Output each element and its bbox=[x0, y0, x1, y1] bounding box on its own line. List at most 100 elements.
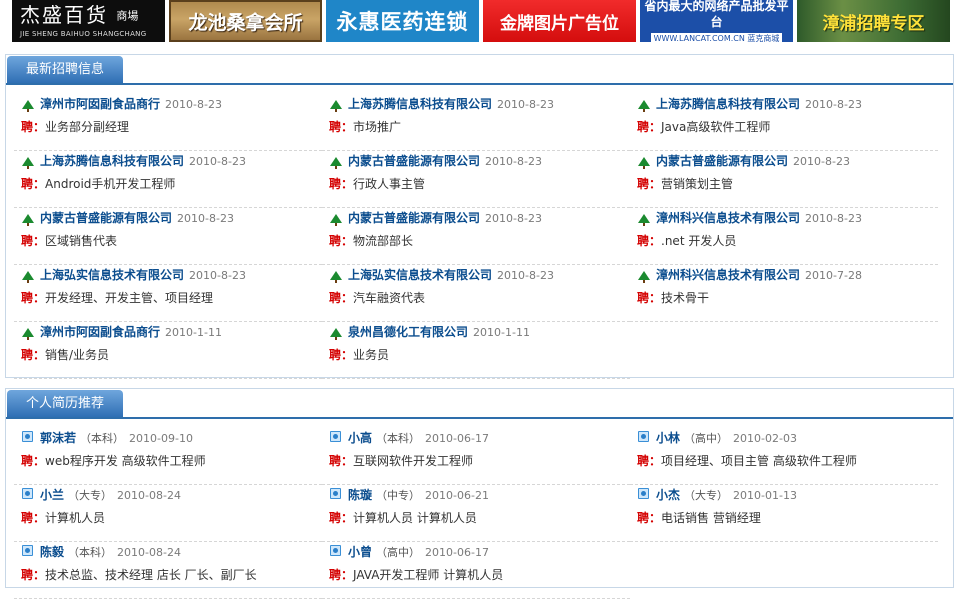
education-level: （本科） bbox=[68, 546, 113, 559]
position-prefix: 聘： bbox=[637, 177, 662, 191]
listing-header: 小兰 （大专） 2010-08-24 bbox=[22, 487, 181, 504]
candidate-name-link[interactable]: 陈璇 bbox=[348, 488, 372, 502]
banner-jiesheng-department-store[interactable]: 杰盛百货 商場 JIE SHENG BAIHUO SHANGCHANG bbox=[12, 0, 165, 42]
company-link[interactable]: 上海苏腾信息科技有限公司 bbox=[348, 97, 492, 111]
position-title[interactable]: 物流部部长 bbox=[353, 234, 413, 248]
candidate-name-link[interactable]: 小林 bbox=[656, 431, 680, 445]
position-prefix: 聘： bbox=[329, 177, 354, 191]
position-title[interactable]: 市场推广 bbox=[353, 120, 401, 134]
resume-listing: 小兰 （大专） 2010-08-24 聘：计算机人员 bbox=[14, 485, 322, 542]
position-title[interactable]: 区域销售代表 bbox=[45, 234, 117, 248]
position-title[interactable]: 计算机人员 计算机人员 bbox=[353, 511, 477, 525]
candidate-name-link[interactable]: 郭沫若 bbox=[40, 431, 76, 445]
position-title[interactable]: 销售/业务员 bbox=[45, 348, 109, 362]
position-title[interactable]: Java高级软件工程师 bbox=[661, 120, 770, 134]
position-title[interactable]: web程序开发 高级软件工程师 bbox=[45, 454, 206, 468]
position-title[interactable]: 技术总监、技术经理 店长 厂长、副厂长 bbox=[45, 568, 257, 582]
company-link[interactable]: 上海苏腾信息科技有限公司 bbox=[40, 154, 184, 168]
company-link[interactable]: 泉州昌德化工有限公司 bbox=[348, 325, 468, 339]
person-icon bbox=[330, 545, 341, 556]
post-date: 2010-08-24 bbox=[117, 489, 181, 502]
resume-listing: 小林 （高中） 2010-02-03 聘：项目经理、项目主管 高级软件工程师 bbox=[630, 428, 938, 485]
company-link[interactable]: 漳州市阿囡副食品商行 bbox=[40, 325, 160, 339]
person-icon bbox=[638, 488, 649, 499]
position-title[interactable]: 计算机人员 bbox=[45, 511, 105, 525]
company-link[interactable]: 上海苏腾信息科技有限公司 bbox=[656, 97, 800, 111]
company-link[interactable]: 上海弘实信息技术有限公司 bbox=[40, 268, 184, 282]
position-title[interactable]: JAVA开发工程师 计算机人员 bbox=[353, 568, 503, 582]
latest-jobs-panel: 最新招聘信息 漳州市阿囡副食品商行 2010-8-23 聘：业务部分副经理 上海苏腾信… bbox=[5, 54, 954, 379]
resumes-panel: 个人简历推荐 郭沫若 （本科） 2010-09-10 聘：web程序开发 高级软件工程… bbox=[5, 388, 954, 599]
position-prefix: 聘： bbox=[21, 568, 46, 582]
banner-subtitle: WWW.LANCAT.COM.CN 蓝克商城 bbox=[650, 32, 783, 42]
position-title[interactable]: 电话销售 营销经理 bbox=[661, 511, 761, 525]
position-prefix: 聘： bbox=[329, 234, 354, 248]
resume-listing: 小高 （本科） 2010-06-17 聘：互联网软件开发工程师 bbox=[322, 428, 630, 485]
position-title[interactable]: 开发经理、开发主管、项目经理 bbox=[45, 291, 213, 305]
panel-header: 个人简历推荐 bbox=[6, 389, 953, 419]
position-line: 聘：计算机人员 bbox=[21, 510, 105, 526]
company-link[interactable]: 上海弘实信息技术有限公司 bbox=[348, 268, 492, 282]
tree-icon bbox=[330, 100, 342, 112]
education-level: （中专） bbox=[376, 489, 421, 502]
banner-title: 金牌图片广告位 bbox=[500, 13, 619, 34]
person-icon bbox=[638, 431, 649, 442]
company-link[interactable]: 漳州市阿囡副食品商行 bbox=[40, 97, 160, 111]
resumes-tab[interactable]: 个人简历推荐 bbox=[7, 390, 123, 417]
job-listing: 内蒙古普盛能源有限公司 2010-8-23 聘：营销策划主管 bbox=[630, 151, 938, 208]
post-date: 2010-8-23 bbox=[485, 212, 542, 225]
position-title[interactable]: 营销策划主管 bbox=[661, 177, 733, 191]
company-link[interactable]: 漳州科兴信息技术有限公司 bbox=[656, 211, 800, 225]
position-line: 聘：销售/业务员 bbox=[21, 347, 109, 363]
person-icon bbox=[22, 545, 33, 556]
banner-title: 龙池桑拿会所 bbox=[188, 11, 303, 34]
position-prefix: 聘： bbox=[329, 120, 354, 134]
position-title[interactable]: 互联网软件开发工程师 bbox=[353, 454, 473, 468]
company-link[interactable]: 内蒙古普盛能源有限公司 bbox=[656, 154, 788, 168]
listing-header: 漳州市阿囡副食品商行 2010-8-23 bbox=[22, 96, 222, 113]
position-title[interactable]: 业务部分副经理 bbox=[45, 120, 129, 134]
position-line: 聘：Android手机开发工程师 bbox=[21, 176, 175, 192]
post-date: 2010-8-23 bbox=[497, 269, 554, 282]
banner-yonghui-pharmacy[interactable]: 永惠医药连锁 bbox=[326, 0, 479, 42]
banner-zhangpu-jobs[interactable]: 漳浦招聘专区 bbox=[797, 0, 950, 42]
listing-header: 小杰 （大专） 2010-01-13 bbox=[638, 487, 797, 504]
position-prefix: 聘： bbox=[329, 291, 354, 305]
position-title[interactable]: 行政人事主管 bbox=[353, 177, 425, 191]
position-line: 聘：项目经理、项目主管 高级软件工程师 bbox=[637, 453, 857, 469]
position-title[interactable]: Android手机开发工程师 bbox=[45, 177, 175, 191]
listing-header: 陈毅 （本科） 2010-08-24 bbox=[22, 544, 181, 561]
candidate-name-link[interactable]: 小曾 bbox=[348, 545, 372, 559]
candidate-name-link[interactable]: 陈毅 bbox=[40, 545, 64, 559]
post-date: 2010-1-11 bbox=[165, 326, 222, 339]
candidate-name-link[interactable]: 小兰 bbox=[40, 488, 64, 502]
position-line: 聘：区域销售代表 bbox=[21, 233, 117, 249]
banner-longchi-sauna[interactable]: 龙池桑拿会所 bbox=[169, 0, 322, 42]
company-link[interactable]: 内蒙古普盛能源有限公司 bbox=[348, 154, 480, 168]
banner-lancat-mall[interactable]: 省内最大的网络产品批发平台 WWW.LANCAT.COM.CN 蓝克商城 bbox=[640, 0, 793, 42]
listing-header: 上海苏腾信息科技有限公司 2010-8-23 bbox=[330, 96, 554, 113]
candidate-name-link[interactable]: 小杰 bbox=[656, 488, 680, 502]
position-title[interactable]: 汽车融资代表 bbox=[353, 291, 425, 305]
position-title[interactable]: 技术骨干 bbox=[661, 291, 709, 305]
post-date: 2010-8-23 bbox=[485, 155, 542, 168]
position-title[interactable]: .net 开发人员 bbox=[661, 234, 736, 248]
listing-header: 上海苏腾信息科技有限公司 2010-8-23 bbox=[638, 96, 862, 113]
position-title[interactable]: 项目经理、项目主管 高级软件工程师 bbox=[661, 454, 857, 468]
person-icon bbox=[22, 431, 33, 442]
post-date: 2010-06-17 bbox=[425, 546, 489, 559]
banner-title: 省内最大的网络产品批发平台 bbox=[644, 0, 789, 29]
post-date: 2010-02-03 bbox=[733, 432, 797, 445]
latest-jobs-tab[interactable]: 最新招聘信息 bbox=[7, 56, 123, 83]
person-icon bbox=[330, 488, 341, 499]
company-link[interactable]: 内蒙古普盛能源有限公司 bbox=[348, 211, 480, 225]
candidate-name-link[interactable]: 小高 bbox=[348, 431, 372, 445]
post-date: 2010-8-23 bbox=[793, 155, 850, 168]
company-link[interactable]: 内蒙古普盛能源有限公司 bbox=[40, 211, 172, 225]
position-title[interactable]: 业务员 bbox=[353, 348, 389, 362]
post-date: 2010-8-23 bbox=[189, 269, 246, 282]
company-link[interactable]: 漳州科兴信息技术有限公司 bbox=[656, 268, 800, 282]
banner-gold-ad-slot[interactable]: 金牌图片广告位 bbox=[483, 0, 636, 42]
tree-icon bbox=[330, 214, 342, 226]
banner-title: 永惠医药连锁 bbox=[336, 10, 469, 34]
